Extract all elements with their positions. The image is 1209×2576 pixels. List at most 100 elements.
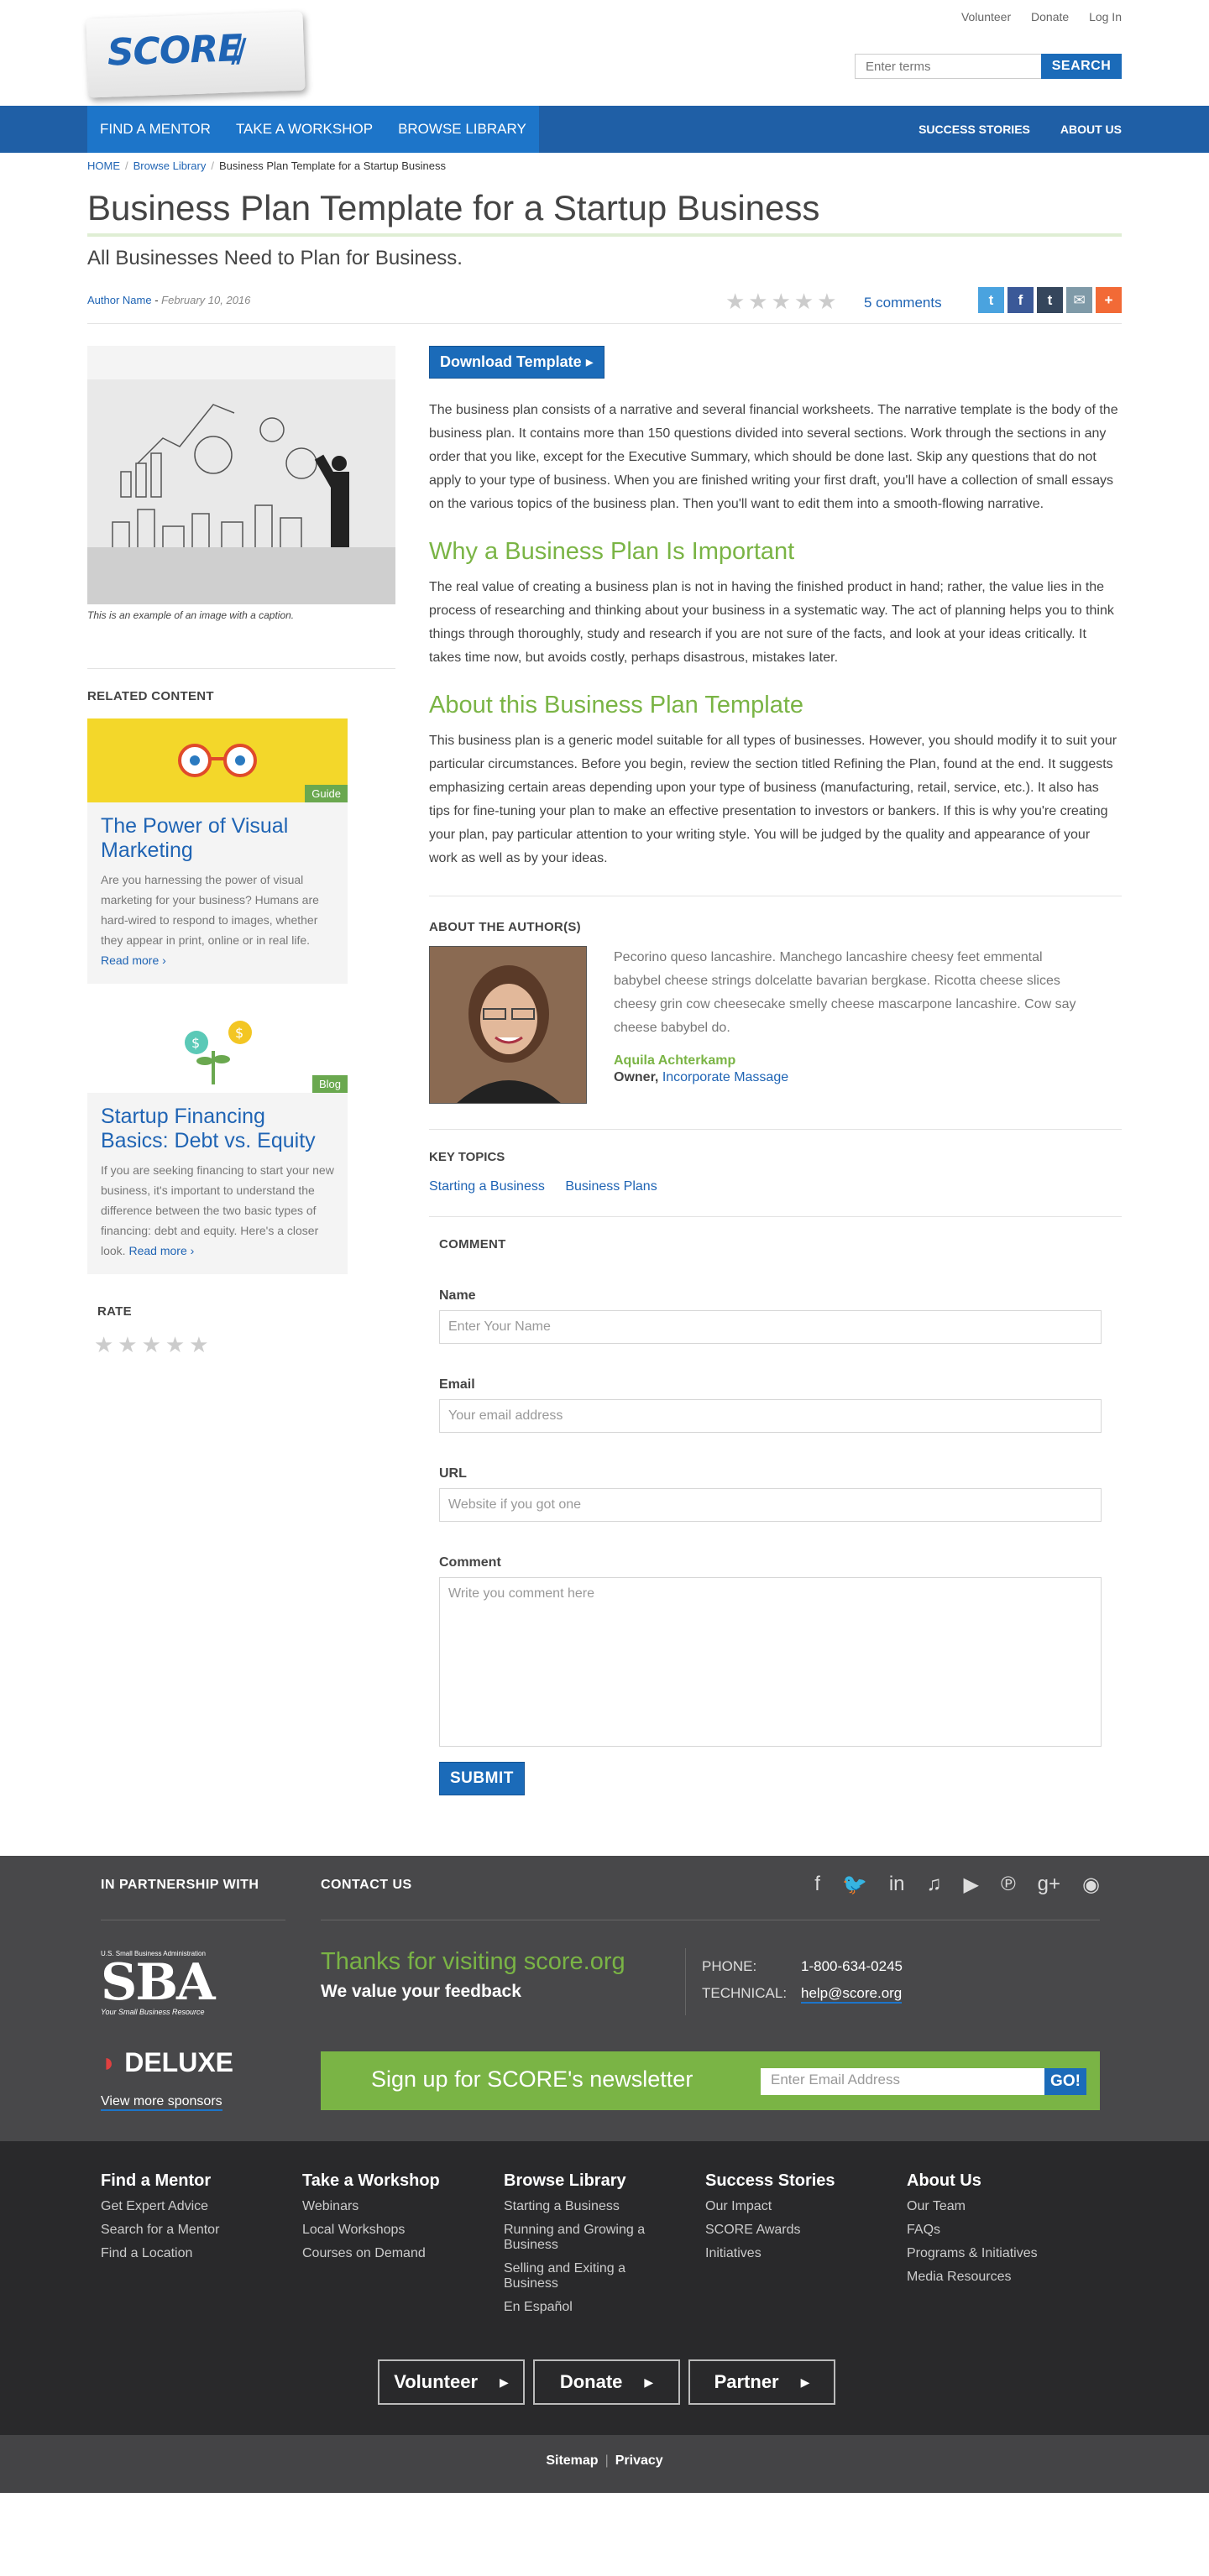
- login-link[interactable]: Log In: [1089, 10, 1122, 24]
- footer-link[interactable]: Media Resources: [907, 2270, 1071, 2285]
- partnership-heading: IN PARTNERSHIP WITH: [101, 1878, 259, 1892]
- footer-link[interactable]: Starting a Business: [504, 2199, 668, 2214]
- newsletter-text: Sign up for SCORE's newsletter: [371, 2067, 693, 2092]
- related-card[interactable]: $ $ Blog Startup Financing Basics: Debt …: [87, 1009, 348, 1274]
- author-box: Pecorino queso lancashire. Manchego lanc…: [429, 946, 1122, 1104]
- author-byline: Author Name - February 10, 2016: [87, 294, 251, 306]
- read-more-link[interactable]: Read more ›: [101, 954, 166, 967]
- volunteer-link[interactable]: Volunteer: [961, 10, 1011, 24]
- search-input[interactable]: [855, 54, 1041, 79]
- music-icon[interactable]: ♫: [927, 1873, 942, 1897]
- topic-link[interactable]: Business Plans: [565, 1179, 657, 1194]
- newsletter-email-input[interactable]: Enter Email Address: [761, 2068, 1044, 2095]
- social-icons: f 🐦 in ♫ ▶ ℗ g+ ◉: [814, 1873, 1100, 1897]
- nav-take-a-workshop[interactable]: TAKE A WORKSHOP: [223, 106, 385, 153]
- partner-button[interactable]: Partner ▶: [688, 2359, 835, 2405]
- author-company-link[interactable]: Incorporate Massage: [662, 1070, 788, 1084]
- search-button[interactable]: SEARCH: [1041, 54, 1122, 79]
- rss-icon[interactable]: ◉: [1082, 1873, 1100, 1897]
- google-plus-icon[interactable]: g+: [1038, 1873, 1060, 1897]
- footer-link[interactable]: En Español: [504, 2300, 668, 2315]
- footer-link[interactable]: Our Team: [907, 2199, 1071, 2214]
- footer-column-title[interactable]: Take a Workshop: [302, 2171, 467, 2191]
- youtube-icon[interactable]: ▶: [964, 1873, 979, 1897]
- tumblr-icon[interactable]: t: [1037, 287, 1063, 313]
- facebook-icon[interactable]: f: [814, 1873, 820, 1897]
- footer-link[interactable]: FAQs: [907, 2223, 1071, 2238]
- intro-paragraph: The business plan consists of a narrativ…: [429, 403, 1118, 511]
- submit-button[interactable]: SUBMIT: [439, 1762, 525, 1795]
- footer-column-title[interactable]: Find a Mentor: [101, 2171, 265, 2191]
- twitter-icon[interactable]: 🐦: [842, 1873, 867, 1897]
- rating-stars[interactable]: ★★★★★: [725, 289, 840, 315]
- card-image: $ $ Blog: [87, 1009, 348, 1093]
- pinterest-icon[interactable]: ℗: [1001, 1873, 1016, 1897]
- footer-link[interactable]: Programs & Initiatives: [907, 2246, 1071, 2261]
- linkedin-icon[interactable]: in: [889, 1873, 905, 1897]
- card-text: If you are seeking financing to start yo…: [101, 1160, 334, 1261]
- card-title[interactable]: Startup Financing Basics: Debt vs. Equit…: [101, 1105, 334, 1153]
- facebook-icon[interactable]: f: [1008, 287, 1034, 313]
- score-logo[interactable]: SCORE ⫽: [86, 11, 306, 98]
- footer-column-title[interactable]: Browse Library: [504, 2171, 668, 2191]
- footer-column-title[interactable]: About Us: [907, 2171, 1071, 2191]
- footer-link[interactable]: Our Impact: [705, 2199, 870, 2214]
- donate-link[interactable]: Donate: [1031, 10, 1069, 24]
- section-paragraph: The real value of creating a business pl…: [429, 580, 1114, 665]
- comments-link[interactable]: 5 comments: [864, 295, 942, 311]
- footer-link[interactable]: SCORE Awards: [705, 2223, 870, 2238]
- url-field[interactable]: Website if you got one: [439, 1488, 1102, 1522]
- phone-label: PHONE:: [702, 1958, 757, 1974]
- privacy-link[interactable]: Privacy: [615, 2453, 663, 2468]
- nav-about-us[interactable]: ABOUT US: [1030, 106, 1122, 153]
- comment-textarea[interactable]: Write you comment here: [439, 1577, 1102, 1747]
- view-more-sponsors-link[interactable]: View more sponsors: [101, 2094, 222, 2111]
- footer-link[interactable]: Running and Growing a Business: [504, 2223, 668, 2253]
- related-card[interactable]: Guide The Power of Visual Marketing Are …: [87, 718, 348, 984]
- newsletter-go-button[interactable]: GO!: [1044, 2068, 1086, 2095]
- breadcrumb-home[interactable]: HOME: [87, 159, 120, 172]
- card-title[interactable]: The Power of Visual Marketing: [101, 814, 334, 863]
- technical-email[interactable]: help@score.org: [801, 1985, 903, 2004]
- deluxe-logo[interactable]: ◗ DELUXE: [101, 2047, 233, 2078]
- feedback-text[interactable]: We value your feedback: [321, 1982, 521, 2002]
- comment-heading: COMMENT: [439, 1237, 506, 1251]
- footer-link[interactable]: Search for a Mentor: [101, 2223, 265, 2238]
- footer-link[interactable]: Selling and Exiting a Business: [504, 2261, 668, 2291]
- footer-link[interactable]: Webinars: [302, 2199, 467, 2214]
- footer-column: Find a Mentor Get Expert Advice Search f…: [101, 2171, 265, 2261]
- author-photo: [429, 946, 587, 1104]
- download-template-button[interactable]: Download Template ▸: [429, 346, 604, 379]
- volunteer-button[interactable]: Volunteer ▶: [378, 2359, 525, 2405]
- twitter-icon[interactable]: t: [978, 287, 1004, 313]
- nav-success-stories[interactable]: SUCCESS STORIES: [888, 106, 1030, 153]
- site-search: SEARCH: [855, 54, 1122, 79]
- footer-link[interactable]: Get Expert Advice: [101, 2199, 265, 2214]
- plus-icon[interactable]: +: [1096, 287, 1122, 313]
- sitemap-link[interactable]: Sitemap: [546, 2453, 598, 2468]
- author-name[interactable]: Aquila Achterkamp: [614, 1053, 1084, 1069]
- rate-stars[interactable]: ★★★★★: [94, 1332, 395, 1358]
- mail-icon[interactable]: ✉: [1066, 287, 1092, 313]
- svg-text:$: $: [235, 1025, 243, 1041]
- read-more-link[interactable]: Read more ›: [128, 1244, 194, 1257]
- footer-link[interactable]: Local Workshops: [302, 2223, 467, 2238]
- topic-link[interactable]: Starting a Business: [429, 1179, 545, 1194]
- caret-right-icon: ▶: [500, 2375, 509, 2389]
- svg-text:$: $: [191, 1035, 200, 1051]
- sba-tagline: Your Small Business Resource: [101, 2008, 205, 2016]
- donate-button[interactable]: Donate ▶: [533, 2359, 680, 2405]
- author-link[interactable]: Author Name: [87, 294, 152, 306]
- sba-logo[interactable]: U.S. Small Business Administration SBA Y…: [101, 1950, 216, 2016]
- name-field[interactable]: Enter Your Name: [439, 1310, 1102, 1344]
- logo-text: SCORE: [106, 27, 243, 75]
- footer-column-title[interactable]: Success Stories: [705, 2171, 870, 2191]
- phone-number[interactable]: 1-800-634-0245: [801, 1958, 903, 1975]
- nav-find-a-mentor[interactable]: FIND A MENTOR: [87, 106, 223, 153]
- footer-link[interactable]: Find a Location: [101, 2246, 265, 2261]
- email-field[interactable]: Your email address: [439, 1399, 1102, 1433]
- footer-link[interactable]: Initiatives: [705, 2246, 870, 2261]
- footer-link[interactable]: Courses on Demand: [302, 2246, 467, 2261]
- nav-browse-library[interactable]: BROWSE LIBRARY: [385, 106, 539, 153]
- breadcrumb-browse-library[interactable]: Browse Library: [133, 159, 207, 172]
